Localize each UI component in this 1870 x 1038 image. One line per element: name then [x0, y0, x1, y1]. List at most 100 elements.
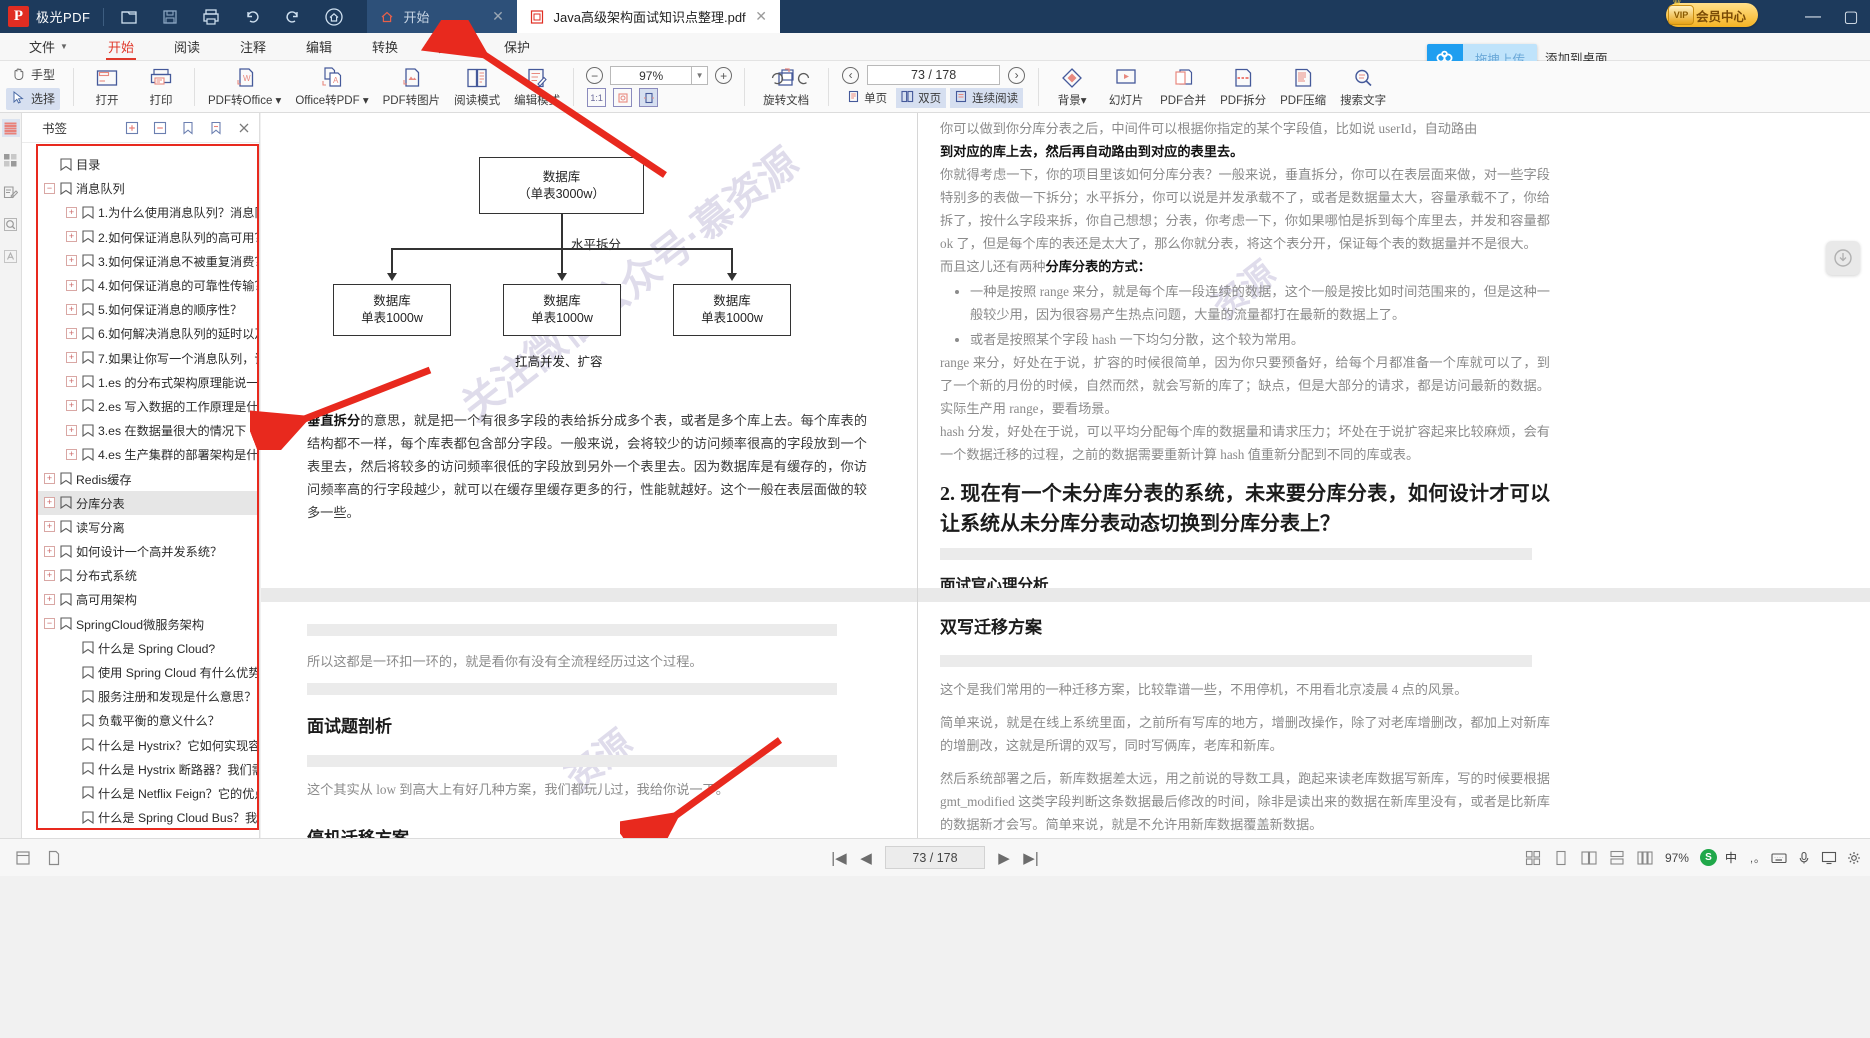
bookmark-item[interactable]: 目录 [38, 152, 257, 176]
pdf-to-image-button[interactable]: PDF转图片 [376, 63, 448, 110]
status-zoom-label[interactable]: 97% [1665, 851, 1689, 865]
scroll-view-icon[interactable] [1609, 849, 1626, 866]
expand-icon[interactable]: + [66, 279, 77, 291]
view-mode-continuous[interactable]: 连续阅读 [950, 88, 1024, 108]
floating-action-button[interactable] [1826, 241, 1860, 275]
view-mode-single[interactable]: 单页 [842, 88, 892, 108]
bookmark-item[interactable]: 使用 Spring Cloud 有什么优势？ [38, 660, 257, 684]
expand-icon[interactable]: + [44, 545, 55, 557]
bookmark-item[interactable]: + Redis缓存 [38, 466, 257, 490]
menu-item-read[interactable]: 阅读 [154, 33, 220, 61]
expand-icon[interactable]: + [66, 255, 77, 267]
pdf-to-office-button[interactable]: W PDF转Office ▾ [201, 63, 288, 110]
bookmark-item[interactable]: + 高可用架构 [38, 587, 257, 611]
expand-icon[interactable]: + [66, 400, 77, 412]
single-view-icon[interactable] [1553, 849, 1570, 866]
maximize-button[interactable]: ▢ [1832, 0, 1870, 33]
page-number-input[interactable]: 73 / 178 [867, 65, 1001, 85]
signature-icon[interactable] [2, 247, 20, 265]
ime-lang-label[interactable]: 中 [1725, 849, 1737, 866]
collapse-icon[interactable]: − [44, 182, 55, 194]
tab-pdf-close-icon[interactable]: ✕ [755, 8, 768, 25]
bookmark-item[interactable]: +2.es 写入数据的工作原理是什么啊？e [38, 394, 257, 418]
menu-item-file[interactable]: 文件 ▼ [9, 33, 88, 61]
pdf-compress-button[interactable]: PDF压缩 [1273, 63, 1333, 110]
search-icon[interactable] [2, 215, 20, 233]
two-page-icon[interactable] [1637, 849, 1654, 866]
pdf-split-button[interactable]: PDF拆分 [1213, 63, 1273, 110]
zoom-in-button[interactable]: + [715, 67, 733, 84]
expand-icon[interactable]: + [66, 352, 77, 364]
search-text-button[interactable]: 搜索文字 [1333, 63, 1393, 110]
bookmark-item[interactable]: +5.如何保证消息的顺序性？ [38, 297, 257, 321]
minimize-button[interactable]: — [1794, 0, 1832, 33]
rotate-cw-icon[interactable] [795, 70, 812, 87]
menu-item-page[interactable]: 页面 [418, 33, 484, 61]
bookmark-item[interactable]: +7.如果让你写一个消息队列，该如何进 [38, 346, 257, 370]
bookmark-list[interactable]: 目录−消息队列+1.为什么使用消息队列？消息队列有什么+2.如何保证消息队列的高… [38, 146, 257, 828]
print-button[interactable]: 打印 [134, 63, 188, 110]
expand-all-icon[interactable] [124, 120, 139, 135]
home-circle-icon[interactable] [323, 6, 345, 28]
mic-icon[interactable] [1795, 849, 1812, 866]
expand-icon[interactable]: + [66, 206, 77, 218]
bookmark-item[interactable]: +1.为什么使用消息队列？消息队列有什么 [38, 200, 257, 224]
menu-item-convert[interactable]: 转换 [352, 33, 418, 61]
last-page-button[interactable]: ▶| [1023, 849, 1039, 867]
expand-icon[interactable]: + [44, 593, 55, 605]
expand-icon[interactable]: + [66, 376, 77, 388]
expand-icon[interactable]: + [66, 448, 77, 460]
bookmark-item[interactable]: + 分布式系统 [38, 563, 257, 587]
prev-page-button[interactable]: ‹ [842, 66, 860, 84]
bookmark-item[interactable]: 什么是 Spring Cloud? [38, 636, 257, 660]
expand-icon[interactable]: + [66, 231, 77, 243]
zoom-dropdown-icon[interactable]: ▼ [692, 66, 709, 85]
document-viewport[interactable]: 关注微信公众号·慕资源 数据库 （单表3000w） 水平拆分 数据库 单表100… [261, 113, 1870, 838]
fit-width-icon[interactable] [639, 88, 659, 107]
actual-size-button[interactable]: 1:1 [587, 88, 607, 107]
comma-icon[interactable]: ,。 [1745, 849, 1762, 866]
zoom-value-input[interactable]: 97% [610, 66, 693, 85]
expand-icon[interactable]: + [44, 569, 55, 581]
bookmark-item[interactable]: + 分库分表 [38, 490, 257, 515]
bookmark-item[interactable]: +6.如何解决消息队列的延时以及过期失 [38, 321, 257, 345]
page-number-status-input[interactable]: 73 / 178 [885, 846, 985, 869]
slideshow-button[interactable]: 幻灯片 [1099, 63, 1153, 110]
background-button[interactable]: 背景▾ [1045, 63, 1099, 110]
menu-item-annotate[interactable]: 注释 [220, 33, 286, 61]
bookmark-item[interactable]: + 如何设计一个高并发系统？ [38, 539, 257, 563]
ime-badge[interactable]: S [1699, 849, 1717, 866]
collapse-icon[interactable]: − [44, 618, 55, 630]
undo-icon[interactable] [241, 6, 263, 28]
print-icon[interactable] [200, 6, 222, 28]
expand-icon[interactable]: + [44, 521, 55, 533]
select-tool-button[interactable]: 选择 [6, 87, 61, 110]
bookmark-item[interactable]: 负载平衡的意义什么？ [38, 708, 257, 732]
tab-home-close-icon[interactable]: ✕ [492, 8, 505, 25]
next-page-button[interactable]: › [1008, 66, 1026, 84]
bookmark-item[interactable]: 什么是 Hystrix 断路器？我们需要它吗 [38, 757, 257, 781]
new-file-icon[interactable] [118, 6, 140, 28]
zoom-out-button[interactable]: − [586, 67, 604, 84]
tab-pdf-document[interactable]: Java高级架构面试知识点整理.pdf ✕ [516, 0, 780, 33]
bookmark-item[interactable]: +3.如何保证消息不被重复消费？或者说， [38, 249, 257, 273]
tab-home[interactable]: 开始 ✕ [366, 0, 517, 33]
expand-icon[interactable]: + [44, 473, 55, 485]
expand-icon[interactable]: + [66, 327, 77, 339]
expand-icon[interactable]: + [66, 424, 77, 436]
bookmark-item[interactable]: +2.如何保证消息队列的高可用？ [38, 225, 257, 249]
bookmark-item[interactable]: − SpringCloud微服务架构 [38, 612, 257, 636]
bookmark-item[interactable]: 服务注册和发现是什么意思？Spring C [38, 684, 257, 708]
hand-tool-button[interactable]: 手型 [6, 64, 60, 86]
page-view-icon[interactable] [14, 849, 31, 866]
display-icon[interactable] [1820, 849, 1837, 866]
bookmark-item[interactable]: 什么是 Hystrix？它如何实现容错？ [38, 733, 257, 757]
expand-icon[interactable]: + [44, 497, 55, 509]
next-page-button[interactable]: ▶ [996, 849, 1012, 867]
collapse-all-icon[interactable] [152, 120, 167, 135]
bookmark-item[interactable]: +4.es 生产集群的部署架构是什么？每个 [38, 442, 257, 466]
keyboard-icon[interactable] [1770, 849, 1787, 866]
rotate-ccw-icon[interactable] [769, 70, 786, 87]
expand-icon[interactable]: + [66, 303, 77, 315]
read-mode-button[interactable]: 阅读模式 [447, 63, 507, 110]
